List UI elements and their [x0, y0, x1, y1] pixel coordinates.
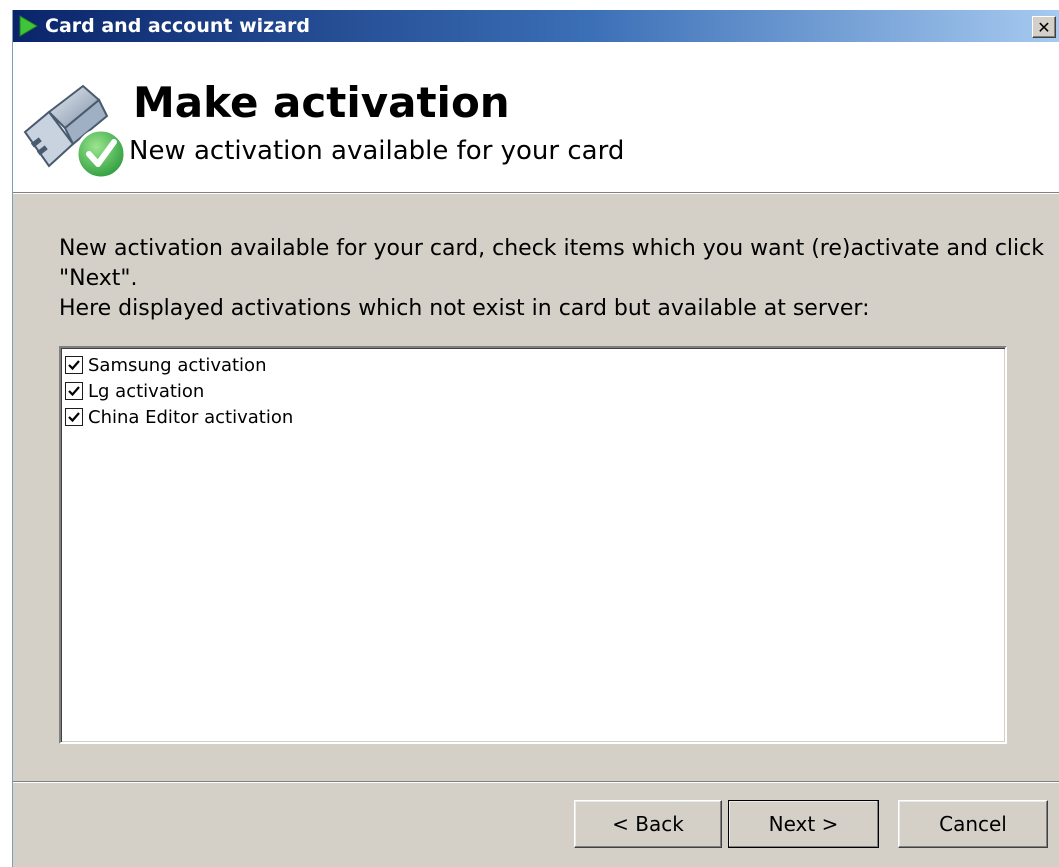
instructions: New activation available for your card, …	[59, 234, 1044, 324]
instruction-line-2: Here displayed activations which not exi…	[59, 296, 870, 321]
back-button[interactable]: < Back	[574, 800, 722, 848]
cancel-button[interactable]: Cancel	[898, 800, 1048, 848]
play-icon	[15, 13, 41, 39]
close-icon: ✕	[1037, 17, 1051, 37]
checkbox-checked[interactable]	[65, 382, 83, 400]
wizard-window: Card and account wizard ✕ Make activatio…	[12, 10, 1059, 867]
title-bar[interactable]: Card and account wizard ✕	[13, 10, 1059, 42]
footer-divider	[13, 781, 1059, 783]
list-item-label: China Editor activation	[88, 406, 294, 428]
close-button[interactable]: ✕	[1032, 16, 1056, 38]
list-item[interactable]: China Editor activation	[65, 404, 1001, 430]
wizard-header: Make activation New activation available…	[13, 42, 1059, 193]
list-item-label: Lg activation	[88, 380, 205, 402]
list-item[interactable]: Samsung activation	[65, 352, 1001, 378]
list-item[interactable]: Lg activation	[65, 378, 1001, 404]
next-button[interactable]: Next >	[728, 800, 879, 848]
window-title: Card and account wizard	[45, 15, 310, 37]
usb-card-check-icon	[21, 82, 131, 182]
page-title: Make activation	[133, 78, 510, 127]
instruction-line-1: New activation available for your card, …	[59, 236, 1044, 291]
wizard-content: New activation available for your card, …	[13, 194, 1059, 784]
activation-checklist[interactable]: Samsung activation Lg activation China E…	[59, 346, 1007, 744]
list-item-label: Samsung activation	[88, 354, 267, 376]
checkbox-checked[interactable]	[65, 408, 83, 426]
page-subtitle: New activation available for your card	[129, 136, 625, 166]
checkbox-checked[interactable]	[65, 356, 83, 374]
